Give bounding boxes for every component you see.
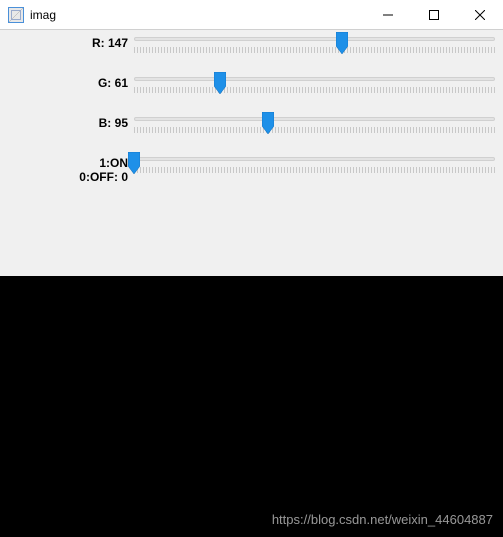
close-button[interactable] xyxy=(457,0,503,29)
trackbar-b-label: B: 95 xyxy=(6,114,134,130)
app-icon xyxy=(8,7,24,23)
window-controls xyxy=(365,0,503,29)
trackbar-switch: 1:ON 0:OFF: 0 xyxy=(6,154,497,184)
trackbar-b-slider[interactable] xyxy=(134,114,497,140)
trackbar-g-slider[interactable] xyxy=(134,74,497,100)
trackbar-switch-label: 1:ON 0:OFF: 0 xyxy=(6,154,134,184)
trackbar-g: G: 61 xyxy=(6,74,497,100)
trackbar-panel: R: 147 G: 61 B: 95 1:ON 0: xyxy=(0,30,503,212)
minimize-button[interactable] xyxy=(365,0,411,29)
maximize-button[interactable] xyxy=(411,0,457,29)
window-titlebar: imag xyxy=(0,0,503,30)
trackbar-b: B: 95 xyxy=(6,114,497,140)
trackbar-r-label: R: 147 xyxy=(6,34,134,50)
trackbar-r-slider[interactable] xyxy=(134,34,497,60)
trackbar-switch-thumb[interactable] xyxy=(128,152,140,174)
watermark-text: https://blog.csdn.net/weixin_44604887 xyxy=(272,512,493,527)
trackbar-r-thumb[interactable] xyxy=(336,32,348,54)
trackbar-switch-slider[interactable] xyxy=(134,154,497,180)
trackbar-b-thumb[interactable] xyxy=(262,112,274,134)
trackbar-g-label: G: 61 xyxy=(6,74,134,90)
trackbar-r: R: 147 xyxy=(6,34,497,60)
image-display xyxy=(0,276,503,537)
trackbar-g-thumb[interactable] xyxy=(214,72,226,94)
window-title: imag xyxy=(30,8,365,22)
